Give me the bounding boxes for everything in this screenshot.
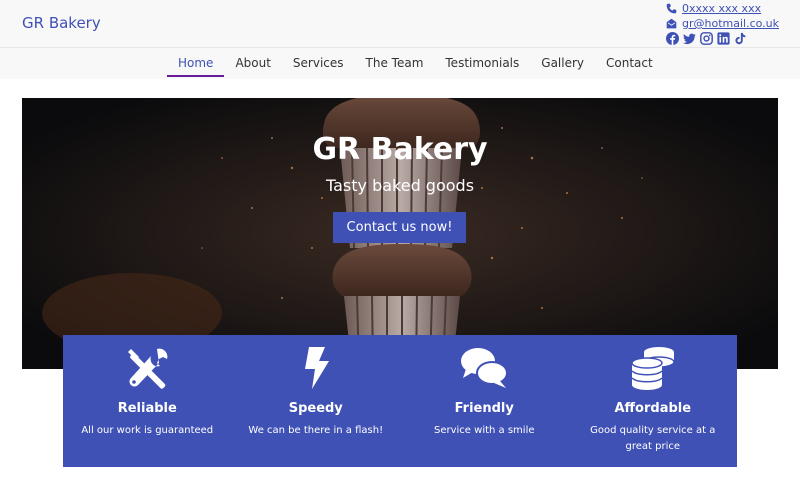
feature-title: Affordable bbox=[614, 401, 692, 416]
feature-text: We can be there in a flash! bbox=[248, 425, 384, 436]
nav-item-testimonials[interactable]: Testimonials bbox=[434, 48, 530, 77]
nav-item-home[interactable]: Home bbox=[167, 48, 225, 77]
feature-text: Good quality service at a great price bbox=[590, 425, 716, 452]
hero-subtitle: Tasty baked goods bbox=[325, 176, 475, 195]
feature-text: Service with a smile bbox=[434, 425, 535, 436]
nav-item-about[interactable]: About bbox=[224, 48, 281, 77]
nav-item-gallery[interactable]: Gallery bbox=[530, 48, 595, 77]
brand-name[interactable]: GR Bakery bbox=[22, 14, 101, 32]
tools-icon bbox=[128, 348, 168, 389]
features-panel: Reliable All our work is guaranteed Spee… bbox=[63, 335, 737, 467]
phone-link[interactable]: 0xxxx xxx xxx bbox=[682, 2, 761, 15]
feature-reliable: Reliable All our work is guaranteed bbox=[63, 335, 232, 467]
nav-item-contact[interactable]: Contact bbox=[595, 48, 664, 77]
feature-title: Friendly bbox=[454, 401, 514, 416]
feature-title: Reliable bbox=[117, 401, 177, 416]
hero-banner: GR Bakery Tasty baked goods Contact us n… bbox=[22, 98, 778, 369]
nav-menu: Home About Services The Team Testimonial… bbox=[167, 48, 664, 77]
feature-title: Speedy bbox=[288, 401, 343, 416]
twitter-icon[interactable] bbox=[683, 32, 696, 45]
phone-icon bbox=[666, 3, 677, 14]
email-row: gr@hotmail.co.uk bbox=[666, 16, 796, 31]
social-links bbox=[666, 32, 796, 45]
feature-friendly: Friendly Service with a smile bbox=[400, 335, 569, 467]
top-header: GR Bakery 0xxxx xxx xxx gr@hotmail.co.uk bbox=[0, 0, 800, 48]
feature-affordable: Affordable Good quality service at a gre… bbox=[569, 335, 738, 467]
tiktok-icon[interactable] bbox=[734, 32, 747, 45]
facebook-icon[interactable] bbox=[666, 32, 679, 45]
coins-icon bbox=[631, 347, 675, 390]
contact-info: 0xxxx xxx xxx gr@hotmail.co.uk bbox=[666, 1, 796, 45]
bolt-icon bbox=[304, 347, 329, 389]
contact-us-button[interactable]: Contact us now! bbox=[333, 212, 466, 243]
main-navigation: Home About Services The Team Testimonial… bbox=[0, 48, 800, 79]
envelope-icon bbox=[666, 18, 677, 29]
instagram-icon[interactable] bbox=[700, 32, 713, 45]
feature-speedy: Speedy We can be there in a flash! bbox=[232, 335, 401, 467]
nav-item-services[interactable]: Services bbox=[282, 48, 355, 77]
email-link[interactable]: gr@hotmail.co.uk bbox=[682, 17, 779, 30]
linkedin-icon[interactable] bbox=[717, 32, 730, 45]
hero-title: GR Bakery bbox=[312, 132, 488, 167]
phone-row: 0xxxx xxx xxx bbox=[666, 1, 796, 16]
feature-text: All our work is guaranteed bbox=[81, 425, 214, 436]
nav-item-the-team[interactable]: The Team bbox=[355, 48, 435, 77]
chat-bubbles-icon bbox=[461, 348, 509, 388]
